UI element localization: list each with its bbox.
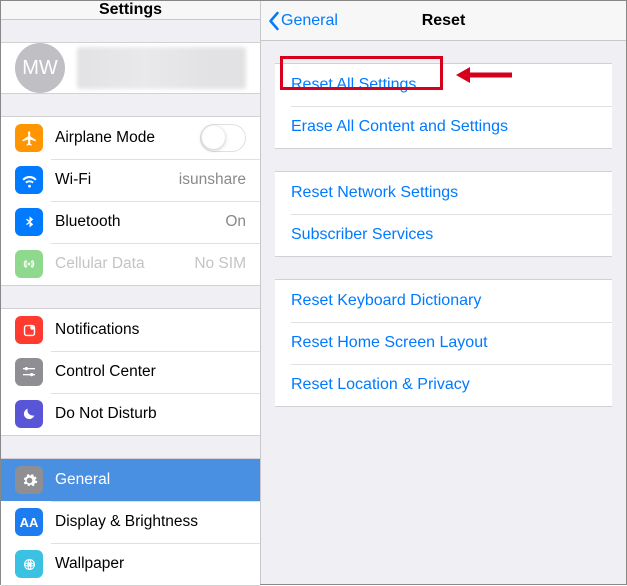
- settings-app: Settings MW Airplane Mode Wi-Fi isunshar…: [0, 0, 627, 585]
- subscriber-services-label: Subscriber Services: [291, 226, 433, 244]
- cellular-row[interactable]: Cellular Data No SIM: [1, 243, 260, 285]
- wifi-row[interactable]: Wi-Fi isunshare: [1, 159, 260, 201]
- airplane-mode-row[interactable]: Airplane Mode: [1, 117, 260, 159]
- erase-all-label: Erase All Content and Settings: [291, 118, 508, 136]
- general-label: General: [55, 471, 246, 489]
- reset-location-label: Reset Location & Privacy: [291, 376, 470, 394]
- bluetooth-icon: [15, 208, 43, 236]
- notifications-group: Notifications Control Center Do Not Dist…: [1, 308, 260, 436]
- reset-keyboard-label: Reset Keyboard Dictionary: [291, 292, 481, 310]
- reset-detail-panel: General Reset Reset All Settings Erase A…: [261, 1, 626, 584]
- cellular-label: Cellular Data: [55, 255, 194, 273]
- airplane-icon: [15, 124, 43, 152]
- wallpaper-label: Wallpaper: [55, 555, 246, 573]
- left-header: Settings: [1, 1, 260, 20]
- right-header: General Reset: [261, 1, 626, 41]
- dnd-label: Do Not Disturb: [55, 405, 246, 423]
- bluetooth-row[interactable]: Bluetooth On: [1, 201, 260, 243]
- subscriber-services-row[interactable]: Subscriber Services: [275, 214, 612, 256]
- avatar: MW: [15, 43, 65, 93]
- wallpaper-row[interactable]: Wallpaper: [1, 543, 260, 585]
- reset-all-settings-row[interactable]: Reset All Settings: [275, 64, 612, 106]
- reset-home-row[interactable]: Reset Home Screen Layout: [275, 322, 612, 364]
- cellular-icon: [15, 250, 43, 278]
- back-button[interactable]: General: [267, 11, 338, 31]
- control-center-icon: [15, 358, 43, 386]
- notifications-row[interactable]: Notifications: [1, 309, 260, 351]
- left-title: Settings: [99, 1, 162, 19]
- airplane-label: Airplane Mode: [55, 129, 200, 147]
- reset-group-2: Reset Network Settings Subscriber Servic…: [275, 171, 612, 257]
- settings-master-panel: Settings MW Airplane Mode Wi-Fi isunshar…: [1, 1, 261, 584]
- cellular-value: No SIM: [194, 255, 246, 273]
- profile-row[interactable]: MW: [1, 42, 260, 94]
- reset-group-3: Reset Keyboard Dictionary Reset Home Scr…: [275, 279, 612, 407]
- notifications-label: Notifications: [55, 321, 246, 339]
- reset-network-row[interactable]: Reset Network Settings: [275, 172, 612, 214]
- reset-keyboard-row[interactable]: Reset Keyboard Dictionary: [275, 280, 612, 322]
- general-row[interactable]: General: [1, 459, 260, 501]
- bluetooth-label: Bluetooth: [55, 213, 225, 231]
- control-center-row[interactable]: Control Center: [1, 351, 260, 393]
- bluetooth-value: On: [225, 213, 246, 231]
- wifi-icon: [15, 166, 43, 194]
- notifications-icon: [15, 316, 43, 344]
- display-icon: AA: [15, 508, 43, 536]
- reset-all-settings-label: Reset All Settings: [291, 76, 416, 94]
- general-group: General AA Display & Brightness Wallpape…: [1, 458, 260, 586]
- dnd-icon: [15, 400, 43, 428]
- reset-network-label: Reset Network Settings: [291, 184, 458, 202]
- display-row[interactable]: AA Display & Brightness: [1, 501, 260, 543]
- gear-icon: [15, 466, 43, 494]
- right-title: Reset: [422, 12, 466, 30]
- profile-name-blurred: [77, 47, 246, 89]
- display-label: Display & Brightness: [55, 513, 246, 531]
- reset-location-row[interactable]: Reset Location & Privacy: [275, 364, 612, 406]
- connectivity-group: Airplane Mode Wi-Fi isunshare Bluetooth …: [1, 116, 260, 286]
- chevron-left-icon: [267, 11, 280, 31]
- airplane-toggle[interactable]: [200, 124, 246, 152]
- wifi-value: isunshare: [179, 171, 246, 189]
- wifi-label: Wi-Fi: [55, 171, 179, 189]
- back-label: General: [281, 12, 338, 30]
- reset-home-label: Reset Home Screen Layout: [291, 334, 488, 352]
- dnd-row[interactable]: Do Not Disturb: [1, 393, 260, 435]
- reset-group-1: Reset All Settings Erase All Content and…: [275, 63, 612, 149]
- wallpaper-icon: [15, 550, 43, 578]
- erase-all-row[interactable]: Erase All Content and Settings: [275, 106, 612, 148]
- control-center-label: Control Center: [55, 363, 246, 381]
